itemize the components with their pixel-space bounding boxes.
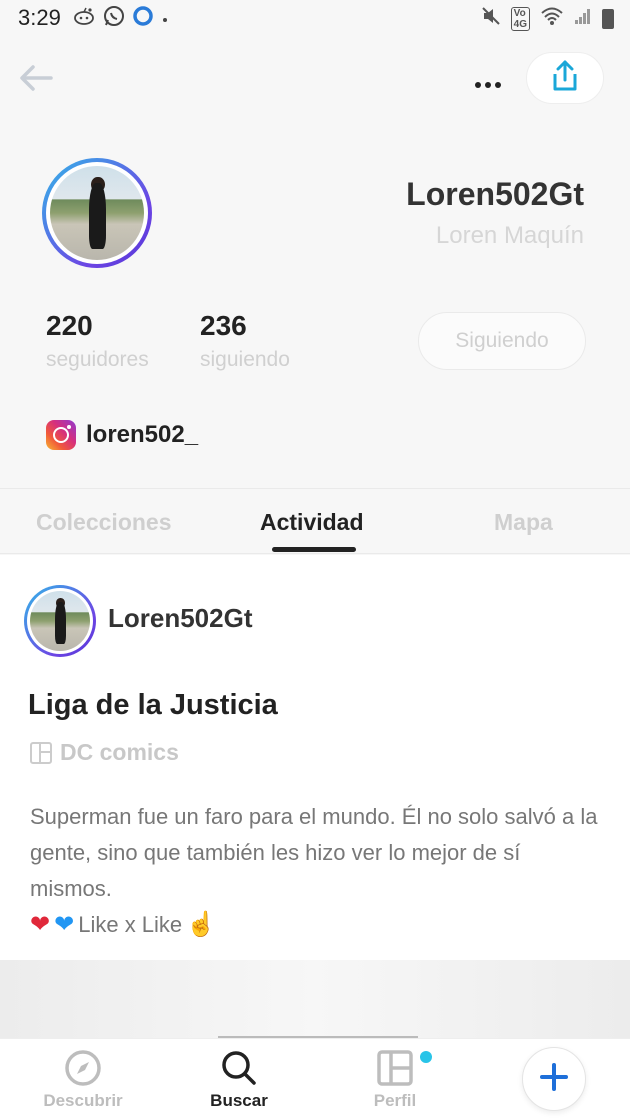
nav-discover-label: Descubrir <box>43 1091 123 1110</box>
share-icon <box>551 60 579 97</box>
like-line: ❤ ❤ Like x Like ☝ <box>30 907 600 943</box>
next-card-preview <box>0 960 630 1038</box>
bottom-nav: Descubrir Buscar Perfil <box>0 1038 630 1120</box>
compass-icon <box>18 1045 148 1091</box>
followers-count: 220 <box>46 310 93 341</box>
wifi-icon <box>540 6 564 31</box>
like-text: Like x Like <box>78 912 183 937</box>
active-tab-indicator <box>272 547 356 552</box>
instagram-icon <box>46 420 76 450</box>
more-options-button[interactable] <box>470 62 506 98</box>
plus-icon <box>539 1062 569 1097</box>
following-stat[interactable]: 236 siguiendo <box>200 310 290 372</box>
activity-username[interactable]: Loren502Gt <box>108 603 253 634</box>
activity-avatar[interactable] <box>24 585 96 657</box>
status-time: 3:29 <box>18 5 61 30</box>
profile-username: Loren502Gt <box>406 176 584 212</box>
notification-dot <box>420 1051 432 1063</box>
status-bar: 3:29 Vo 4G <box>0 0 630 36</box>
nav-profile-label: Perfil <box>373 1091 417 1110</box>
following-button[interactable]: Siguiendo <box>418 312 586 370</box>
nav-profile[interactable]: Perfil <box>330 1045 460 1111</box>
volte-icon: Vo 4G <box>510 6 530 31</box>
back-button[interactable] <box>18 62 54 98</box>
circle-app-icon <box>133 5 153 31</box>
whatsapp-icon <box>103 5 125 32</box>
profile-tabs: Colecciones Actividad Mapa <box>0 488 630 554</box>
tab-map[interactable]: Mapa <box>494 509 553 536</box>
profile-real-name: Loren Maquín <box>435 222 584 249</box>
mute-icon <box>481 6 501 31</box>
collection-name: DC comics <box>60 739 179 765</box>
following-label: siguiendo <box>200 348 290 371</box>
activity-description: Superman fue un faro para el mundo. Él n… <box>30 804 598 901</box>
search-icon <box>174 1045 304 1091</box>
instagram-link[interactable]: loren502_ <box>46 420 198 450</box>
following-count: 236 <box>200 310 247 341</box>
activity-title[interactable]: Liga de la Justicia <box>28 689 278 722</box>
red-heart-icon: ❤ <box>30 911 51 938</box>
activity-card[interactable]: Loren502Gt Liga de la Justicia DC comics… <box>0 555 630 960</box>
battery-icon <box>602 8 614 29</box>
followers-label: seguidores <box>46 348 149 371</box>
nav-discover[interactable]: Descubrir <box>18 1045 148 1111</box>
nav-search-label: Buscar <box>210 1091 268 1110</box>
collection-icon <box>30 741 52 764</box>
more-horizontal-icon <box>474 64 502 96</box>
nav-search[interactable]: Buscar <box>174 1045 304 1111</box>
tab-activity[interactable]: Actividad <box>260 509 364 536</box>
dot-icon <box>161 8 169 29</box>
blue-heart-icon: ❤ <box>54 911 75 938</box>
add-button[interactable] <box>522 1047 586 1111</box>
profile-avatar[interactable] <box>42 158 152 268</box>
tab-collections[interactable]: Colecciones <box>36 509 172 536</box>
followers-stat[interactable]: 220 seguidores <box>46 310 149 372</box>
instagram-handle: loren502_ <box>86 421 199 448</box>
activity-collection[interactable]: DC comics <box>30 739 179 766</box>
status-system-icons: Vo 4G <box>481 6 614 31</box>
activity-text: Superman fue un faro para el mundo. Él n… <box>30 799 600 943</box>
status-notification-icons <box>73 5 169 32</box>
avatar-photo <box>50 166 144 260</box>
avatar-photo <box>30 591 90 651</box>
pointing-hand-icon: ☝ <box>186 911 217 938</box>
share-button[interactable] <box>526 52 604 104</box>
collections-grid-icon <box>330 1045 460 1091</box>
arrow-left-icon <box>19 64 53 97</box>
reddit-icon <box>73 7 95 30</box>
signal-icon <box>574 7 592 30</box>
